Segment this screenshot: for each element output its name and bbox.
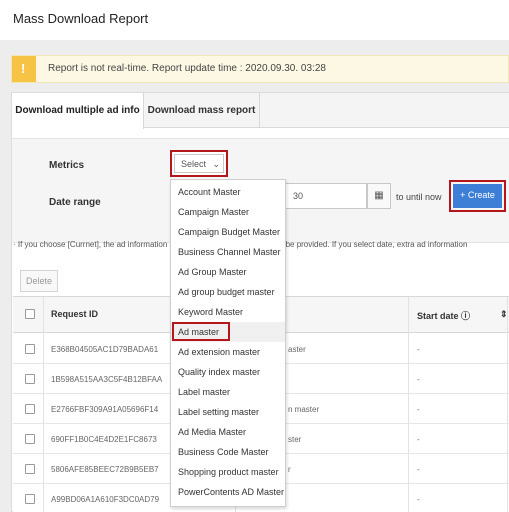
page-title: Mass Download Report: [13, 11, 149, 26]
request-id-cell: A99BD06A1A610F3DC0AD79: [51, 495, 160, 504]
menu-item-business-channel-master[interactable]: Business Channel Master: [171, 242, 285, 262]
metrics-label: Metrics: [49, 160, 85, 171]
row-checkbox[interactable]: [25, 374, 35, 384]
start-date-cell: -: [417, 495, 420, 504]
title-bar: Mass Download Report: [0, 0, 509, 40]
metrics-select[interactable]: Select ⌄: [174, 154, 224, 173]
menu-item-ad-group-budget-master[interactable]: Ad group budget master: [171, 282, 285, 302]
start-date-cell: -: [417, 405, 420, 414]
menu-item-ad-media-master[interactable]: Ad Media Master: [171, 422, 285, 442]
menu-item-campaign-budget-master[interactable]: Campaign Budget Master: [171, 222, 285, 242]
type-cell: ster: [288, 435, 302, 444]
request-id-cell: E368B04505AC1D79BADA61: [51, 345, 159, 354]
tab-download-mass-report[interactable]: Download mass report: [144, 93, 260, 128]
menu-item-ad-group-master[interactable]: Ad Group Master: [171, 262, 285, 282]
type-cell: aster: [288, 345, 306, 354]
start-date-cell: -: [417, 465, 420, 474]
start-date-cell: -: [417, 435, 420, 444]
menu-item-campaign-master[interactable]: Campaign Master: [171, 202, 285, 222]
row-checkbox[interactable]: [25, 404, 35, 414]
date-range-label: Date range: [49, 197, 101, 208]
delete-button[interactable]: Delete: [20, 270, 58, 292]
notice-text: Report is not real-time. Report update t…: [48, 63, 326, 74]
menu-item-quality-index-master[interactable]: Quality index master: [171, 362, 285, 382]
request-id-cell: 690FF1B0C4E4D2E1FC8673: [51, 435, 157, 444]
menu-item-label-setting-master[interactable]: Label setting master: [171, 402, 285, 422]
start-date-header: Start date ⓘ: [417, 311, 471, 321]
warning-icon: !: [12, 56, 36, 82]
menu-item-account-master[interactable]: Account Master: [171, 182, 285, 202]
menu-item-business-code-master[interactable]: Business Code Master: [171, 442, 285, 462]
tab-bar: Download multiple ad info Download mass …: [12, 93, 509, 129]
menu-item-ad-extension-master[interactable]: Ad extension master: [171, 342, 285, 362]
type-cell: r: [288, 465, 291, 474]
until-now-text: to until now: [396, 192, 442, 202]
notice-banner: ! Report is not real-time. Report update…: [11, 55, 509, 83]
calendar-icon[interactable]: ▦: [367, 183, 391, 209]
request-id-cell: E2766FBF309A91A05696F14: [51, 405, 159, 414]
request-id-header: Request ID: [51, 309, 99, 319]
metrics-dropdown-menu: Account Master Campaign Master Campaign …: [170, 179, 286, 507]
menu-item-powercontents-ad-master[interactable]: PowerContents AD Master: [171, 482, 285, 502]
row-checkbox[interactable]: [25, 494, 35, 504]
request-id-cell: 5806AFE85BEEC72B9B5EB7: [51, 465, 159, 474]
tab-download-multiple-ad-info[interactable]: Download multiple ad info: [12, 93, 144, 129]
menu-item-shopping-product-master[interactable]: Shopping product master: [171, 462, 285, 482]
row-checkbox[interactable]: [25, 344, 35, 354]
row-checkbox[interactable]: [25, 464, 35, 474]
menu-item-label-master[interactable]: Label master: [171, 382, 285, 402]
chevron-down-icon: ⌄: [212, 159, 221, 169]
start-date-cell: -: [417, 345, 420, 354]
menu-item-keyword-master[interactable]: Keyword Master: [171, 302, 285, 322]
ad-master-highlight: [172, 322, 230, 341]
row-checkbox[interactable]: [25, 434, 35, 444]
request-id-cell: 1B598A515AA3C5F4B12BFAA: [51, 375, 163, 384]
select-all-checkbox[interactable]: [25, 309, 35, 319]
type-cell: n master: [288, 405, 320, 414]
create-button-highlight: + Create: [449, 180, 506, 212]
metrics-select-highlight: Select ⌄: [170, 150, 228, 177]
create-button[interactable]: + Create: [453, 184, 502, 208]
start-date-cell: -: [417, 375, 420, 384]
metrics-select-value: Select: [181, 159, 207, 169]
